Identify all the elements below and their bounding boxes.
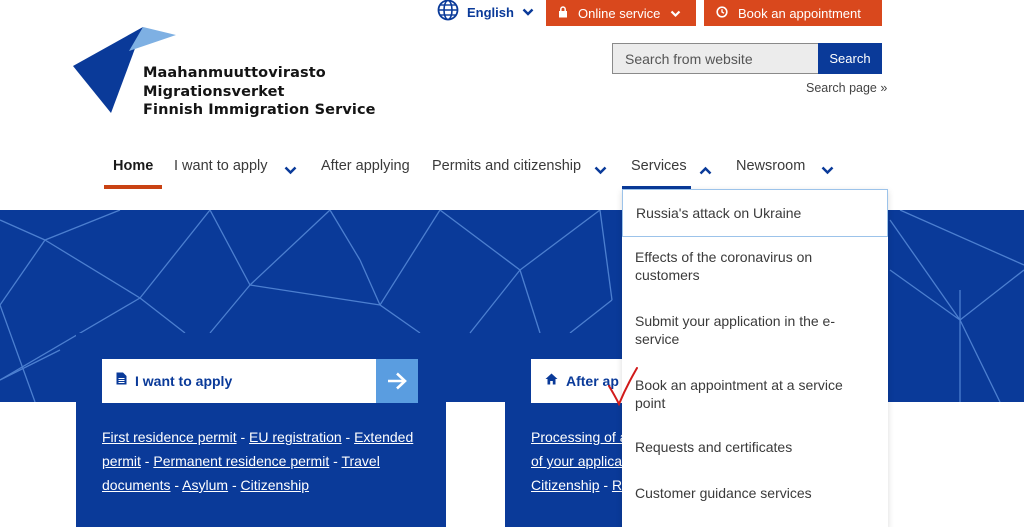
nav-after-applying[interactable]: After applying xyxy=(321,158,410,180)
nav-newsroom[interactable]: Newsroom xyxy=(736,158,805,180)
card-apply-title: I want to apply xyxy=(135,373,233,389)
link-permanent-residence-permit[interactable]: Permanent residence permit xyxy=(153,453,329,469)
card-i-want-to-apply: I want to apply First residence permit -… xyxy=(76,333,446,527)
link-processing[interactable]: Processing of a xyxy=(531,429,628,445)
language-label: English xyxy=(467,4,514,20)
logo-line-english: Finnish Immigration Service xyxy=(143,102,376,118)
search-input[interactable] xyxy=(612,43,819,74)
dropdown-item-russias-attack-on-ukraine[interactable]: Russia's attack on Ukraine xyxy=(622,189,888,237)
search-page-link[interactable]: Search page » xyxy=(806,81,887,95)
nav-i-want-to-apply[interactable]: I want to apply xyxy=(174,158,268,180)
dropdown-item-book-appointment[interactable]: Book an appointment at a service point xyxy=(622,376,888,412)
lock-icon xyxy=(558,5,568,21)
nav-home[interactable]: Home xyxy=(113,158,153,180)
chevron-down-icon[interactable] xyxy=(284,162,297,180)
link-your-application[interactable]: of your applica xyxy=(531,453,622,469)
card-after-header-button[interactable]: After ap xyxy=(531,359,635,403)
logo-line-finnish: Maahanmuuttovirasto xyxy=(143,65,326,81)
language-selector[interactable]: English xyxy=(437,0,534,24)
logo-line-swedish: Migrationsverket xyxy=(143,83,285,100)
globe-icon xyxy=(437,0,459,26)
link-citizenship[interactable]: Citizenship xyxy=(241,477,309,493)
nav-permits-and-citizenship[interactable]: Permits and citizenship xyxy=(432,158,581,180)
card-apply-links: First residence permit - EU registration… xyxy=(102,429,414,493)
online-service-button[interactable]: Online service xyxy=(546,0,696,26)
home-icon xyxy=(545,372,558,390)
clock-icon xyxy=(716,5,728,21)
chevron-down-icon[interactable] xyxy=(821,162,834,180)
chevron-down-icon xyxy=(670,6,681,21)
online-service-label: Online service xyxy=(578,5,661,21)
card-after-applying: After ap Processing of a of your applica… xyxy=(505,333,635,527)
dropdown-item-submit-application[interactable]: Submit your application in the e-service xyxy=(622,312,888,348)
link-eu-registration[interactable]: EU registration xyxy=(249,429,342,445)
nav-services[interactable]: Services xyxy=(631,158,687,180)
services-dropdown-menu: Russia's attack on Ukraine Effects of th… xyxy=(622,189,888,527)
link-asylum[interactable]: Asylum xyxy=(182,477,228,493)
book-appointment-label: Book an appointment xyxy=(738,5,861,21)
chevron-down-icon xyxy=(522,3,534,21)
search-button[interactable]: Search xyxy=(818,43,882,74)
dropdown-item-coronavirus-effects[interactable]: Effects of the coronavirus on customers xyxy=(622,248,888,284)
chevron-up-icon[interactable] xyxy=(699,162,712,180)
link-first-residence-permit[interactable]: First residence permit xyxy=(102,429,237,445)
link-citizenship-after[interactable]: Citizenship xyxy=(531,477,599,493)
logo-wordmark[interactable]: Maahanmuuttovirasto Migrationsverket Fin… xyxy=(143,64,376,120)
chevron-down-icon[interactable] xyxy=(594,162,607,180)
arrow-right-icon[interactable] xyxy=(376,359,418,403)
nav-active-indicator xyxy=(104,185,162,189)
dropdown-item-requests-and-certificates[interactable]: Requests and certificates xyxy=(622,438,888,456)
document-icon xyxy=(116,372,127,390)
dropdown-item-customer-guidance[interactable]: Customer guidance services xyxy=(622,484,888,502)
book-appointment-button[interactable]: Book an appointment xyxy=(704,0,882,26)
card-apply-header-button[interactable]: I want to apply xyxy=(102,359,418,403)
card-after-title: After ap xyxy=(566,373,619,389)
